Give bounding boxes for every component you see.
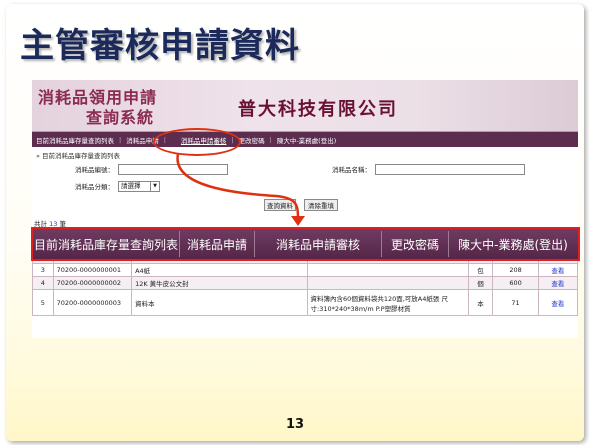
nav-change-password[interactable]: 更改密碼 [382, 236, 448, 253]
nav-review[interactable]: 消耗品申請審核 [255, 236, 381, 253]
arrow-path [176, 153, 300, 219]
arrow-head [291, 216, 305, 226]
nav-apply[interactable]: 消耗品申請 [180, 236, 254, 253]
nav-inventory-list[interactable]: 目前消耗品庫存量查詢列表 [33, 236, 179, 253]
nav-logout[interactable]: 陳大中-業務處(登出) [449, 236, 577, 253]
page-number: 13 [285, 417, 305, 432]
slide: 主管審核申請資料 消耗品領用申請 查詢系統 普大科技有限公司 目前消耗品庫存量查… [6, 4, 584, 441]
callout-arrow [176, 153, 305, 226]
nav-bar-enlarged: 目前消耗品庫存量查詢列表 消耗品申請 消耗品申請審核 更改密碼 陳大中-業務處(… [31, 227, 580, 261]
